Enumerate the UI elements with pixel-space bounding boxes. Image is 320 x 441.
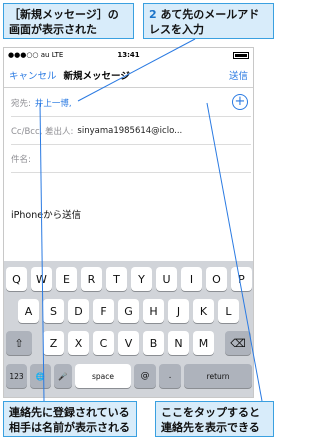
numbers-key[interactable]: 123 — [6, 364, 27, 388]
globe-icon[interactable]: 🌐 — [30, 364, 51, 388]
key-b[interactable]: B — [143, 331, 164, 355]
key-k[interactable]: K — [193, 299, 214, 323]
key-t[interactable]: T — [106, 267, 127, 291]
message-body[interactable]: iPhoneから送信 — [11, 207, 81, 221]
key-n[interactable]: N — [168, 331, 189, 355]
key-a[interactable]: A — [18, 299, 39, 323]
key-w[interactable]: W — [31, 267, 52, 291]
subject-label: 件名: — [11, 154, 31, 165]
callout-text: ここをタップすると連絡先を表示できる — [161, 406, 260, 434]
key-r[interactable]: R — [81, 267, 102, 291]
step-number: 2 — [149, 8, 157, 21]
key-v[interactable]: V — [118, 331, 139, 355]
battery-icon — [232, 51, 249, 59]
key-h[interactable]: H — [143, 299, 164, 323]
callout-text: ［新規メッセージ］の画面が表示された — [9, 8, 119, 36]
cc-label: Cc/Bcc, 差出人: — [11, 126, 74, 137]
key-d[interactable]: D — [68, 299, 89, 323]
page-title: 新規メッセージ — [63, 70, 130, 82]
nav-bar: キャンセル 新規メッセージ 送信 — [4, 62, 253, 88]
phone-screen: ●●●○○ au LTE 13:41 キャンセル 新規メッセージ 送信 宛先: … — [3, 47, 254, 398]
key-m[interactable]: M — [193, 331, 214, 355]
space-key[interactable]: space — [75, 364, 131, 388]
key-c[interactable]: C — [93, 331, 114, 355]
callout-text: 連絡先に登録されている相手は名前が表示される — [9, 406, 130, 434]
carrier-signal: ●●●○○ au LTE — [8, 51, 64, 59]
callout-contact-name-shown: 連絡先に登録されている相手は名前が表示される — [3, 401, 137, 437]
key-j[interactable]: J — [168, 299, 189, 323]
key-o[interactable]: O — [206, 267, 227, 291]
key-p[interactable]: P — [231, 267, 252, 291]
key-y[interactable]: Y — [131, 267, 152, 291]
subject-field[interactable]: 件名: — [11, 145, 251, 173]
key-z[interactable]: Z — [43, 331, 64, 355]
key-g[interactable]: G — [118, 299, 139, 323]
status-bar: ●●●○○ au LTE 13:41 — [4, 48, 253, 62]
key-u[interactable]: U — [156, 267, 177, 291]
callout-new-message-shown: ［新規メッセージ］の画面が表示された — [3, 3, 134, 39]
cancel-button[interactable]: キャンセル — [9, 68, 57, 82]
key-s[interactable]: S — [43, 299, 64, 323]
cc-bcc-field[interactable]: Cc/Bcc, 差出人: sinyama1985614@iclo... — [11, 117, 251, 145]
return-key[interactable]: return — [184, 364, 252, 388]
status-time: 13:41 — [117, 51, 140, 59]
to-recipient[interactable]: 井上一博, — [35, 97, 72, 109]
key-f[interactable]: F — [93, 299, 114, 323]
delete-key[interactable]: ⌫ — [225, 331, 251, 355]
key-l[interactable]: L — [218, 299, 239, 323]
shift-key[interactable]: ⇧ — [6, 331, 32, 355]
callout-tap-to-open-contacts: ここをタップすると連絡先を表示できる — [155, 401, 274, 437]
key-x[interactable]: X — [68, 331, 89, 355]
add-contact-icon[interactable]: + — [232, 94, 248, 110]
from-address: sinyama1985614@iclo... — [77, 125, 183, 136]
callout-text: あて先のメールアドレスを入力 — [149, 8, 260, 36]
to-label: 宛先: — [11, 98, 31, 109]
mic-icon[interactable]: 🎤 — [54, 364, 72, 388]
key-q[interactable]: Q — [6, 267, 27, 291]
keyboard: Q W E R T Y U I O P A S D F G H J K L ⇧ … — [4, 261, 253, 397]
key-i[interactable]: I — [181, 267, 202, 291]
to-field[interactable]: 宛先: 井上一博, + — [11, 89, 251, 117]
dot-key[interactable]: . — [159, 364, 181, 388]
at-key[interactable]: @ — [134, 364, 156, 388]
callout-enter-address: 2 あて先のメールアドレスを入力 — [143, 3, 274, 39]
send-button[interactable]: 送信 — [229, 68, 248, 82]
key-e[interactable]: E — [56, 267, 77, 291]
